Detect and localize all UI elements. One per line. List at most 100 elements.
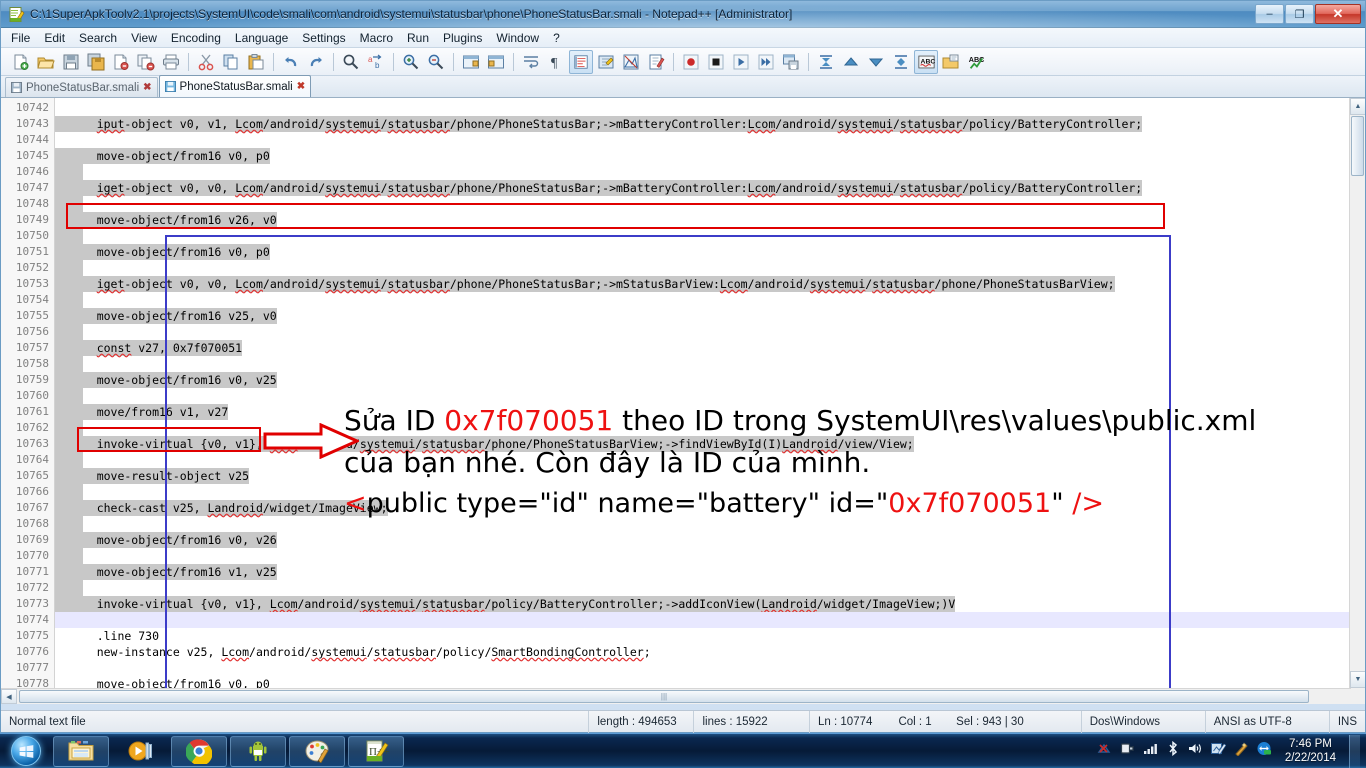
code-line[interactable] [55, 260, 1365, 276]
close-all-icon[interactable] [134, 50, 158, 74]
horizontal-scroll-thumb[interactable]: ||| [19, 690, 1309, 703]
power-plug-icon[interactable] [1120, 741, 1136, 761]
save-all-icon[interactable] [84, 50, 108, 74]
show-func-list-icon[interactable] [644, 50, 668, 74]
macro-save-icon[interactable] [779, 50, 803, 74]
taskbar-clock[interactable]: 7:46 PM 2/22/2014 [1279, 737, 1342, 765]
macro-play-icon[interactable] [729, 50, 753, 74]
paste-icon[interactable] [244, 50, 268, 74]
new-file-icon[interactable] [9, 50, 33, 74]
code-line[interactable]: iget-object v0, v0, Lcom/android/systemu… [55, 276, 1365, 292]
minimize-button[interactable]: – [1255, 4, 1284, 24]
code-line[interactable] [55, 660, 1365, 676]
code-line[interactable]: check-cast v25, Landroid/widget/ImageVie… [55, 500, 1365, 516]
print-icon[interactable] [159, 50, 183, 74]
macro-stop-icon[interactable] [704, 50, 728, 74]
user-defined-dialog-icon[interactable] [594, 50, 618, 74]
taskbar-item-chrome[interactable] [171, 735, 227, 767]
show-doc-map-icon[interactable] [619, 50, 643, 74]
menu-item-encoding[interactable]: Encoding [164, 29, 228, 47]
menu-item-settings[interactable]: Settings [295, 29, 352, 47]
code-line[interactable] [55, 100, 1365, 116]
code-line[interactable]: move-object/from16 v1, v25 [55, 564, 1365, 580]
code-line[interactable] [55, 164, 1365, 180]
code-line[interactable] [55, 452, 1365, 468]
bluetooth-icon[interactable] [1166, 740, 1180, 761]
taskbar-item-android-tool[interactable] [230, 735, 286, 767]
start-button[interactable] [2, 735, 50, 768]
taskbar-item-notepadpp[interactable]: Π++ [348, 735, 404, 767]
code-line[interactable] [55, 324, 1365, 340]
redo-icon[interactable] [304, 50, 328, 74]
menu-item-help[interactable]: ? [546, 29, 567, 47]
zoom-out-icon[interactable] [424, 50, 448, 74]
menu-item-edit[interactable]: Edit [37, 29, 72, 47]
document-list-icon[interactable] [939, 50, 963, 74]
save-icon[interactable] [59, 50, 83, 74]
tab-close-icon[interactable]: ✖ [143, 82, 151, 93]
code-line[interactable]: move/from16 v1, v27 [55, 404, 1365, 420]
code-line[interactable] [55, 612, 1365, 628]
code-pane[interactable]: iput-object v0, v1, Lcom/android/systemu… [55, 98, 1365, 704]
menu-item-run[interactable]: Run [400, 29, 436, 47]
code-line[interactable]: const v27, 0x7f070051 [55, 340, 1365, 356]
code-line[interactable]: move-result-object v25 [55, 468, 1365, 484]
menu-item-file[interactable]: File [4, 29, 37, 47]
vertical-scrollbar[interactable]: ▲ ▼ [1349, 98, 1365, 704]
spell-check-icon[interactable]: ABC [914, 49, 938, 74]
show-desktop-button[interactable] [1349, 734, 1360, 768]
macro-playback-multiple-icon[interactable] [754, 50, 778, 74]
taskbar-item-paint[interactable] [289, 735, 345, 767]
fold-level-down-icon[interactable] [864, 50, 888, 74]
scroll-left-arrow-icon[interactable]: ◀ [1, 689, 17, 704]
code-line[interactable]: .line 730 [55, 628, 1365, 644]
tab-phonestatusbar-2[interactable]: PhoneStatusBar.smali ✖ [158, 75, 312, 97]
maximize-button[interactable]: ❐ [1285, 4, 1314, 24]
undo-icon[interactable] [279, 50, 303, 74]
tray-wand-icon[interactable] [1233, 741, 1249, 761]
collapse-all-icon[interactable] [814, 50, 838, 74]
code-line[interactable] [55, 548, 1365, 564]
volume-icon[interactable] [1187, 741, 1203, 761]
code-line[interactable]: new-instance v25, Lcom/android/systemui/… [55, 644, 1365, 660]
code-line[interactable]: move-object/from16 v25, v0 [55, 308, 1365, 324]
code-line[interactable] [55, 228, 1365, 244]
vertical-scroll-thumb[interactable] [1351, 116, 1364, 176]
signal-bars-icon[interactable] [1143, 741, 1159, 761]
code-line[interactable]: move-object/from16 v26, v0 [55, 212, 1365, 228]
uncollapse-all-icon[interactable] [889, 50, 913, 74]
code-line[interactable] [55, 388, 1365, 404]
macro-record-icon[interactable] [679, 50, 703, 74]
code-line[interactable]: move-object/from16 v0, v25 [55, 372, 1365, 388]
tray-app-icon[interactable] [1210, 741, 1227, 761]
code-line[interactable] [55, 420, 1365, 436]
horizontal-scrollbar[interactable]: ◀ ||| [1, 688, 1351, 704]
scroll-up-arrow-icon[interactable]: ▲ [1350, 98, 1365, 115]
find-icon[interactable] [339, 50, 363, 74]
menu-item-plugins[interactable]: Plugins [436, 29, 489, 47]
zoom-in-icon[interactable] [399, 50, 423, 74]
menu-item-view[interactable]: View [124, 29, 164, 47]
network-disconnected-icon[interactable] [1097, 741, 1113, 761]
show-indent-guide-icon[interactable] [569, 49, 593, 74]
code-line[interactable] [55, 196, 1365, 212]
word-wrap-icon[interactable] [519, 50, 543, 74]
code-line[interactable]: invoke-virtual {v0, v1}, Lcom/android/sy… [55, 596, 1365, 612]
fold-level-up-icon[interactable] [839, 50, 863, 74]
code-line[interactable]: iput-object v0, v1, Lcom/android/systemu… [55, 116, 1365, 132]
menu-item-window[interactable]: Window [489, 29, 546, 47]
code-line[interactable] [55, 484, 1365, 500]
menu-item-language[interactable]: Language [228, 29, 295, 47]
code-line[interactable]: move-object/from16 v0, p0 [55, 244, 1365, 260]
replace-icon[interactable]: ab [364, 50, 388, 74]
cut-icon[interactable] [194, 50, 218, 74]
code-line[interactable]: invoke-virtual {v0, v1}, Lcom/android/sy… [55, 436, 1365, 452]
code-line[interactable]: move-object/from16 v0, p0 [55, 148, 1365, 164]
copy-icon[interactable] [219, 50, 243, 74]
sync-vertical-scroll-icon[interactable] [459, 50, 483, 74]
code-line[interactable] [55, 292, 1365, 308]
open-file-icon[interactable] [34, 50, 58, 74]
close-file-icon[interactable] [109, 50, 133, 74]
code-line[interactable]: move-object/from16 v0, v26 [55, 532, 1365, 548]
sync-horizontal-scroll-icon[interactable] [484, 50, 508, 74]
